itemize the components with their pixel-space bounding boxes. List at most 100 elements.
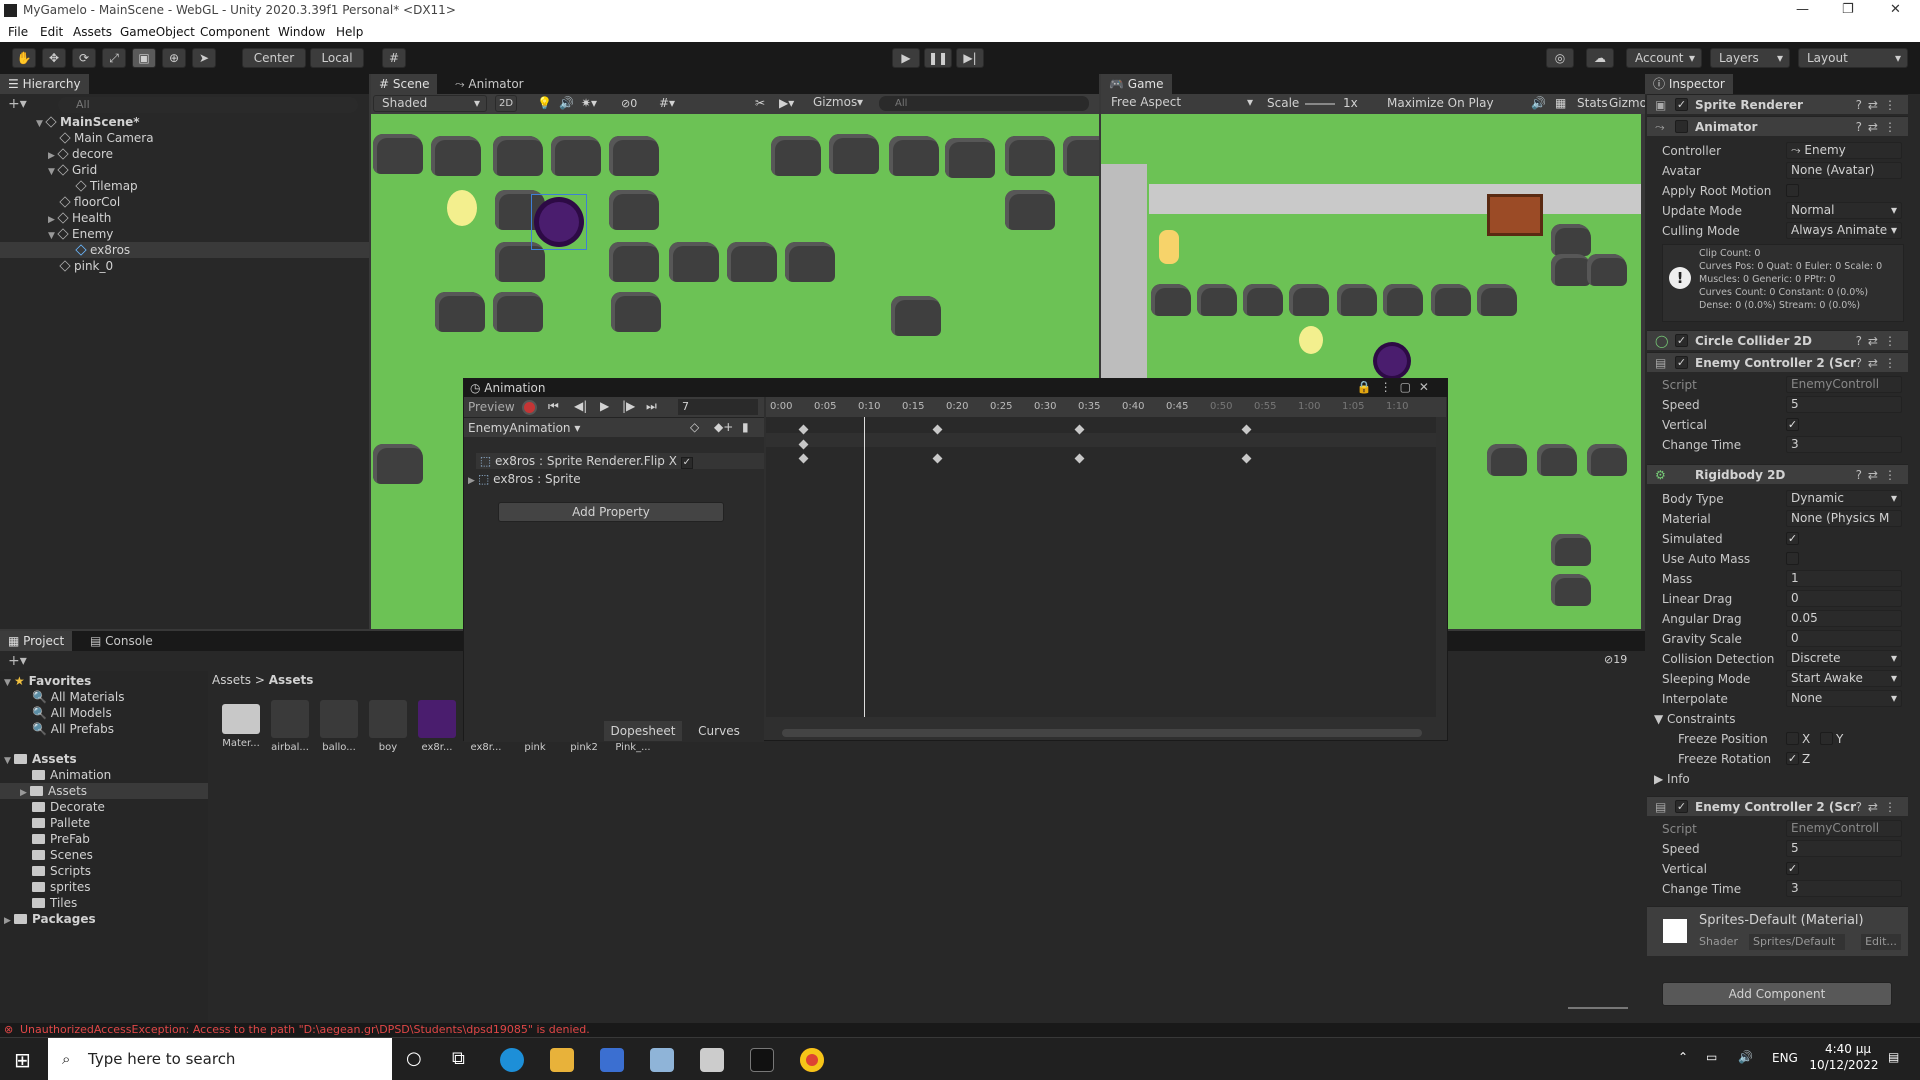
fav-all-materials[interactable]: 🔍 All Materials bbox=[32, 689, 124, 705]
account-dropdown[interactable]: Account bbox=[1626, 48, 1702, 68]
info-foldout[interactable]: ▶ Info bbox=[1654, 770, 1900, 788]
store-icon[interactable] bbox=[600, 1048, 624, 1072]
audio-icon[interactable]: 🔊 bbox=[559, 96, 574, 110]
language-indicator[interactable]: ENG bbox=[1772, 1051, 1798, 1065]
mass-field[interactable]: 1 bbox=[1786, 570, 1902, 587]
rigidbody-header[interactable]: ⚙ Rigidbody 2D ?⇄⋮ bbox=[1647, 464, 1908, 484]
file-explorer-icon[interactable] bbox=[550, 1048, 574, 1072]
script-field-2[interactable]: EnemyControll bbox=[1786, 820, 1902, 837]
edge-icon[interactable] bbox=[500, 1048, 524, 1072]
first-keyframe-icon[interactable]: ⏮ bbox=[548, 399, 559, 414]
vertical-checkbox-2[interactable]: ✓ bbox=[1786, 862, 1799, 875]
tree-item-pink0[interactable]: pink_0 bbox=[59, 258, 113, 274]
tools-icon[interactable]: ✂ bbox=[755, 96, 765, 110]
stats-toggle[interactable]: Stats bbox=[1577, 96, 1608, 110]
component-menu-icon[interactable]: ?⇄⋮ bbox=[1856, 95, 1902, 115]
fav-all-models[interactable]: 🔍 All Models bbox=[32, 705, 112, 721]
animation-window-controls[interactable]: 🔒⋮▢✕ bbox=[1357, 380, 1437, 394]
simulated-checkbox[interactable]: ✓ bbox=[1786, 532, 1799, 545]
enemy-controller-header-2[interactable]: ▤ ✓ Enemy Controller 2 (Scr ?⇄⋮ bbox=[1647, 796, 1908, 816]
rect-tool-icon[interactable]: ▣ bbox=[132, 48, 156, 68]
material-field[interactable]: None (Physics M bbox=[1786, 510, 1902, 527]
playhead[interactable] bbox=[864, 417, 865, 717]
mute-icon[interactable]: 🔊 bbox=[1531, 96, 1546, 110]
sprite-renderer-enabled[interactable]: ✓ bbox=[1675, 98, 1688, 111]
pivot-local-button[interactable]: Local bbox=[310, 48, 364, 68]
circle-collider-header[interactable]: ◯ ✓ Circle Collider 2D ?⇄⋮ bbox=[1647, 330, 1908, 350]
app-icon[interactable] bbox=[650, 1048, 674, 1072]
snap-icon[interactable]: # bbox=[382, 48, 406, 68]
tab-game[interactable]: 🎮 Game bbox=[1101, 74, 1172, 94]
tree-item-tilemap[interactable]: Tilemap bbox=[75, 178, 138, 194]
component-menu-icon[interactable]: ?⇄⋮ bbox=[1856, 465, 1902, 485]
folder-scripts[interactable]: Scripts bbox=[32, 863, 91, 879]
tree-item-grid[interactable]: ▼ Grid bbox=[48, 162, 97, 178]
tab-hierarchy[interactable]: ☰ Hierarchy bbox=[0, 74, 89, 94]
tab-inspector[interactable]: ⓘ Inspector bbox=[1645, 74, 1733, 94]
folder-prefab[interactable]: PreFab bbox=[32, 831, 90, 847]
constraints-row[interactable]: ▼ Constraints bbox=[1654, 710, 1900, 728]
folder-sprites[interactable]: sprites bbox=[32, 879, 90, 895]
property-row-sprite[interactable]: ▶ ⬚ ex8ros : Sprite bbox=[468, 471, 756, 487]
tree-item-main-camera[interactable]: Main Camera bbox=[59, 130, 154, 146]
preview-button[interactable]: Preview bbox=[468, 400, 515, 414]
frame-field[interactable]: 7 bbox=[678, 399, 758, 415]
scene-gizmos-dropdown[interactable]: Gizmos bbox=[811, 95, 869, 112]
task-view-icon[interactable]: ⧉ bbox=[452, 1048, 465, 1069]
tab-project[interactable]: ▦ Project bbox=[0, 631, 73, 651]
change-time-field-2[interactable]: 3 bbox=[1786, 880, 1902, 897]
speed-field-2[interactable]: 5 bbox=[1786, 840, 1902, 857]
add-property-button[interactable]: Add Property bbox=[498, 502, 724, 522]
keyframe[interactable] bbox=[932, 453, 943, 464]
asset-item-materials[interactable]: Mater... bbox=[219, 700, 263, 749]
minimize-button[interactable]: — bbox=[1796, 2, 1809, 17]
menu-assets[interactable]: Assets bbox=[73, 25, 112, 39]
dopesheet-area[interactable] bbox=[766, 417, 1436, 717]
scale-slider[interactable] bbox=[1305, 103, 1335, 105]
filter-icon[interactable]: ◇ bbox=[690, 420, 699, 434]
avatar-field[interactable]: None (Avatar) bbox=[1786, 162, 1902, 179]
timeline-scrollbar[interactable] bbox=[782, 729, 1422, 737]
favorites-foldout[interactable]: ▼ ★ Favorites bbox=[4, 673, 91, 689]
clock-time[interactable]: 4:40 μμ bbox=[1816, 1042, 1880, 1056]
property-row-flipx[interactable]: ⬚ ex8ros : Sprite Renderer.Flip X ✓ bbox=[476, 453, 764, 469]
culling-mode-dropdown[interactable]: Always Animate bbox=[1786, 222, 1902, 239]
zoom-slider[interactable] bbox=[1568, 1007, 1628, 1009]
interpolate-dropdown[interactable]: None bbox=[1786, 690, 1902, 707]
shader-dropdown[interactable]: Sprites/Default bbox=[1749, 934, 1845, 950]
menu-gameobject[interactable]: GameObject bbox=[120, 25, 195, 39]
keyframe[interactable] bbox=[1241, 453, 1252, 464]
tree-item-health[interactable]: ▶ Health bbox=[48, 210, 111, 226]
enemy-controller-header-1[interactable]: ▤ ✓ Enemy Controller 2 (Scr ?⇄⋮ bbox=[1647, 352, 1908, 372]
layout-dropdown[interactable]: Layout bbox=[1798, 48, 1908, 68]
animator-header[interactable]: ⤳ Animator ?⇄⋮ bbox=[1647, 116, 1908, 136]
prev-keyframe-icon[interactable]: ◀| bbox=[574, 399, 587, 413]
packages-foldout[interactable]: ▶ Packages bbox=[4, 911, 96, 927]
network-icon[interactable]: ▭ bbox=[1706, 1050, 1717, 1064]
enemy-sprite[interactable] bbox=[539, 202, 579, 242]
pause-button[interactable]: ❚❚ bbox=[924, 48, 952, 68]
volume-icon[interactable]: 🔊 bbox=[1738, 1050, 1753, 1064]
component-menu-icon[interactable]: ?⇄⋮ bbox=[1856, 797, 1902, 817]
grid-icon[interactable]: #▾ bbox=[659, 96, 675, 110]
next-keyframe-icon[interactable]: |▶ bbox=[622, 399, 635, 413]
timeline-ruler[interactable]: 0:00 0:05 0:10 0:15 0:20 0:25 0:30 0:35 0:40 0:45… bbox=[766, 397, 1446, 417]
unity-editor-icon[interactable] bbox=[750, 1048, 774, 1072]
collision-detection-dropdown[interactable]: Discrete bbox=[1786, 650, 1902, 667]
sprite-renderer-header[interactable]: ▣ ✓ Sprite Renderer ?⇄⋮ bbox=[1647, 94, 1908, 114]
taskbar-search-input[interactable]: ⌕ Type here to search bbox=[48, 1038, 392, 1080]
step-button[interactable]: ▶| bbox=[956, 48, 984, 68]
menu-file[interactable]: File bbox=[8, 25, 28, 39]
aspect-dropdown[interactable]: Free Aspect bbox=[1103, 95, 1259, 112]
curves-tab[interactable]: Curves bbox=[684, 721, 754, 741]
maximize-button[interactable]: ❐ bbox=[1842, 2, 1854, 17]
auto-mass-checkbox[interactable] bbox=[1786, 552, 1799, 565]
asset-item-ex8ros-1[interactable]: ex8r... bbox=[415, 700, 459, 753]
stats-icon[interactable]: ▦ bbox=[1555, 96, 1566, 110]
tab-scene[interactable]: # Scene bbox=[371, 74, 438, 94]
tray-chevron-icon[interactable]: ⌃ bbox=[1678, 1050, 1688, 1064]
scene-search-input[interactable]: All bbox=[879, 96, 1089, 111]
layers-dropdown[interactable]: Layers bbox=[1710, 48, 1790, 68]
status-bar[interactable]: ⊗ UnauthorizedAccessException: Access to… bbox=[0, 1023, 1920, 1037]
material-edit-button[interactable]: Edit... bbox=[1861, 934, 1901, 950]
